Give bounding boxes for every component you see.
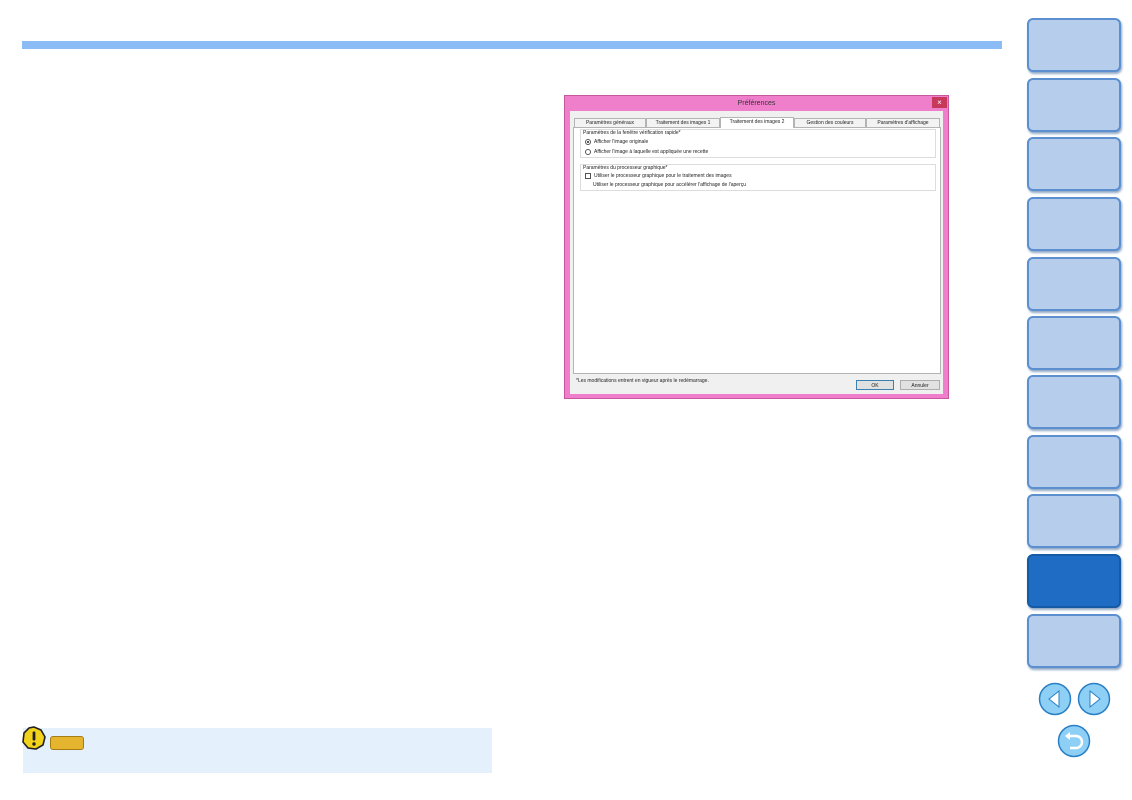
gpu-group: Paramètres du processeur graphique* Util… [580,164,936,191]
nav-button-11[interactable] [1027,614,1121,668]
arrow-right-icon[interactable] [1077,682,1111,716]
nav-button-10-current[interactable] [1027,554,1121,608]
ok-button[interactable]: OK [856,380,894,390]
radio-original-image[interactable]: Afficher l'image originale [585,139,648,145]
caution-box [22,726,492,773]
warning-icon [22,726,46,750]
close-button[interactable]: × [932,97,947,108]
tab-panel: Paramètres de la fenêtre vérification ra… [573,127,941,374]
restart-footnote: *Les modifications entrent en vigueur ap… [576,378,709,384]
nav-button-1[interactable] [1027,18,1121,72]
nav-button-8[interactable] [1027,435,1121,489]
tab-display[interactable]: Paramètres d'affichage [866,118,940,127]
dialog-body: Paramètres généraux Traitement des image… [570,111,943,394]
nav-button-2[interactable] [1027,78,1121,132]
quick-check-group-title: Paramètres de la fenêtre vérification ra… [583,130,681,136]
tab-color-management[interactable]: Gestion des couleurs [794,118,866,127]
radio-recipe-label: Afficher l'image à laquelle est appliqué… [594,149,709,155]
arrow-left-icon[interactable] [1038,682,1072,716]
gpu-processing-label: Utiliser le processeur graphique pour le… [594,173,732,179]
dialog-title: Préférences [737,100,776,107]
nav-button-5[interactable] [1027,257,1121,311]
radio-unselected-icon[interactable] [585,149,591,155]
tab-processing-1[interactable]: Traitement des images 1 [646,118,720,127]
quick-check-group: Paramètres de la fenêtre vérification ra… [580,129,936,158]
gpu-preview-text: Utiliser le processeur graphique pour ac… [593,182,747,188]
nav-button-6[interactable] [1027,316,1121,370]
caution-label-badge [50,736,84,750]
preferences-dialog: Préférences × Paramètres généraux Traite… [564,95,949,399]
nav-button-3[interactable] [1027,137,1121,191]
gpu-group-title: Paramètres du processeur graphique* [583,165,668,171]
radio-recipe-image[interactable]: Afficher l'image à laquelle est appliqué… [585,149,708,155]
nav-button-9[interactable] [1027,494,1121,548]
radio-selected-icon[interactable] [585,139,591,145]
top-divider-bar [22,41,1002,49]
cancel-button[interactable]: Annuler [900,380,940,390]
tab-general[interactable]: Paramètres généraux [574,118,646,127]
nav-button-4[interactable] [1027,197,1121,251]
tab-processing-2[interactable]: Traitement des images 2 [720,117,794,128]
checkbox-icon[interactable] [585,173,591,179]
return-icon[interactable] [1057,724,1091,758]
radio-original-label: Afficher l'image originale [594,139,649,145]
gpu-processing-checkbox[interactable]: Utiliser le processeur graphique pour le… [585,173,732,179]
nav-button-7[interactable] [1027,375,1121,429]
